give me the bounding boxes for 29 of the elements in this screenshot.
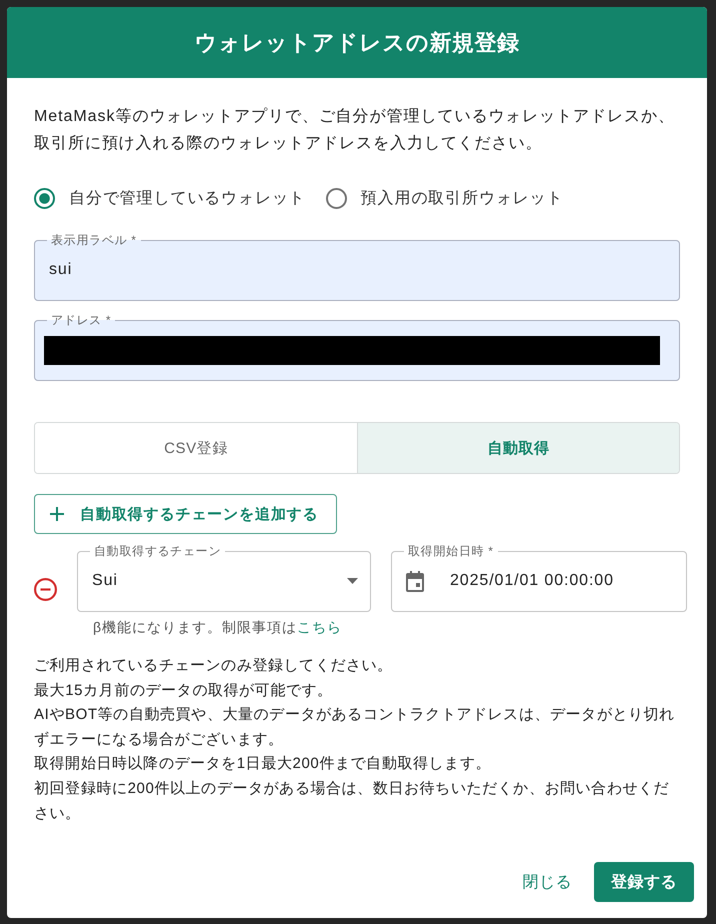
caret-icon	[347, 578, 358, 584]
field-label: 取得開始日時 *	[407, 544, 495, 558]
radio-option[interactable]: 預入用の取引所ウォレット	[326, 188, 564, 208]
note-text: 取得開始日時以降のデータを1日最大200件まで自動取得します。	[34, 754, 492, 774]
tab[interactable]: 自動取得	[357, 423, 679, 473]
field-label: アドレス *	[50, 313, 112, 327]
close-button[interactable]: 閉じる	[514, 864, 580, 900]
radio-button[interactable]	[34, 188, 55, 208]
date-field[interactable]: 取得開始日時 * 2025/01/01 00:00:00	[391, 544, 687, 612]
plus-icon	[49, 506, 65, 522]
register-button[interactable]: 登録する	[594, 862, 694, 902]
restrictions-link[interactable]: こちら	[297, 619, 342, 635]
radio-option[interactable]: 自分で管理しているウォレット	[34, 188, 306, 208]
label-field[interactable]: 表示用ラベル * sui	[34, 233, 680, 301]
note-text: ご利用されているチェーンのみ登録してください。	[34, 656, 394, 676]
field-label: 自動取得するチェーン	[93, 544, 222, 558]
dialog-title: ウォレットアドレスの新規登録	[194, 28, 520, 56]
minus-circle-icon[interactable]	[34, 578, 57, 601]
address-field[interactable]: アドレス *	[34, 313, 680, 381]
radio-button[interactable]	[326, 188, 347, 208]
note-text: AIやBOT等の自動売買や、大量のデータがあるコントラクトアドレスは、データがとり切れずエラーになる場合がございます。	[34, 705, 676, 750]
chain-select[interactable]: 自動取得するチェーン Sui	[77, 544, 371, 612]
field-label: 表示用ラベル *	[50, 233, 138, 247]
calendar-icon	[406, 570, 424, 592]
helper-text: β機能になります。制限事項は こちら	[92, 619, 344, 635]
description-text: MetaMask等のウォレットアプリで、ご自分が管理しているウォレットアドレスか、取引所に預け入れる際のウォレットアドレスを入力してください。	[34, 106, 676, 154]
note-text: 最大15カ月前のデータの取得が可能です。	[34, 680, 334, 701]
add-chain-button[interactable]: 自動取得するチェーンを追加する	[34, 494, 336, 534]
note-text: 初回登録時に200件以上のデータがある場合は、数日お待ちいただくか、お問い合わせください。	[34, 778, 670, 824]
